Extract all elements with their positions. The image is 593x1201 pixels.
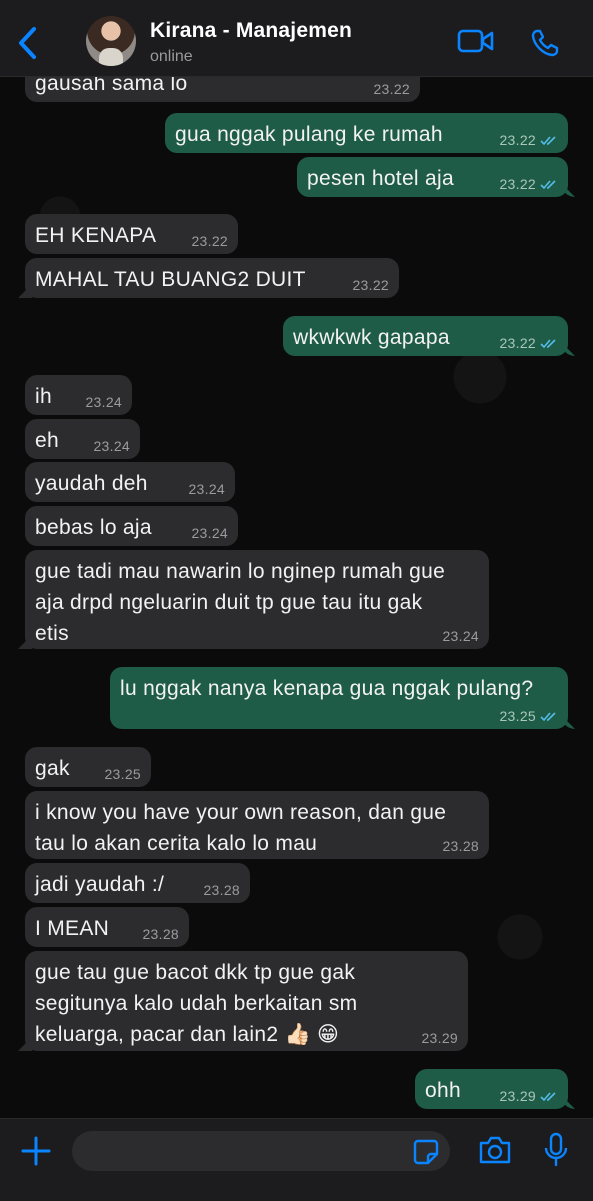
message-text: gausah sama lo [35,77,188,95]
message-time: 23.24 [191,525,228,541]
message-outgoing[interactable]: gua nggak pulang ke rumah 23.22 [165,113,568,153]
message-incoming[interactable]: gak 23.25 [25,747,151,787]
message-incoming[interactable]: MAHAL TAU BUANG2 DUIT 23.22 [25,258,399,298]
message-time: 23.24 [85,394,122,410]
contact-name[interactable]: Kirana - Manajemen [150,19,352,43]
message-incoming[interactable]: I MEAN 23.28 [25,907,189,947]
microphone-icon[interactable] [543,1132,569,1168]
message-time: 23.22 [499,132,536,148]
message-time: 23.22 [499,335,536,351]
message-input[interactable] [72,1131,450,1171]
message-incoming[interactable]: ih 23.24 [25,375,132,415]
message-text: MAHAL TAU BUANG2 DUIT [35,268,306,291]
message-time: 23.29 [499,1088,536,1104]
message-time: 23.22 [499,176,536,192]
message-input-bar [0,1118,593,1201]
message-outgoing[interactable]: lu nggak nanya kenapa gua nggak pulang? … [110,667,568,729]
message-time: 23.25 [499,708,536,724]
message-incoming[interactable]: gue tau gue bacot dkk tp gue gak segitun… [25,951,468,1051]
message-time: 23.24 [93,438,130,454]
message-time: 23.25 [104,766,141,782]
message-time: 23.22 [352,277,389,293]
plus-icon[interactable] [20,1135,52,1167]
message-text: i know you have your own reason, dan gue… [35,801,447,855]
message-outgoing[interactable]: ohh 23.29 [415,1069,568,1109]
message-incoming[interactable]: EH KENAPA 23.22 [25,214,238,254]
message-time: 23.22 [373,81,410,97]
video-call-icon[interactable] [457,27,495,55]
sticker-icon[interactable] [413,1139,439,1165]
message-incoming[interactable]: gausah sama lo 23.22 [25,77,420,102]
read-receipt-icon [540,711,556,721]
message-time: 23.22 [191,233,228,249]
read-receipt-icon [540,179,556,189]
message-time: 23.29 [421,1030,458,1046]
message-incoming[interactable]: yaudah deh 23.24 [25,462,235,502]
message-text: gue tau gue bacot dkk tp gue gak segitun… [35,961,358,1046]
message-time: 23.24 [188,481,225,497]
message-time: 23.28 [442,838,479,854]
message-incoming[interactable]: gue tadi mau nawarin lo nginep rumah gue… [25,550,489,649]
message-incoming[interactable]: i know you have your own reason, dan gue… [25,791,489,859]
back-chevron-icon[interactable] [12,24,42,62]
camera-icon[interactable] [478,1135,512,1165]
contact-status: online [150,48,193,65]
message-incoming[interactable]: eh 23.24 [25,419,140,459]
read-receipt-icon [540,338,556,348]
read-receipt-icon [540,1091,556,1101]
message-outgoing[interactable]: pesen hotel aja 23.22 [297,157,568,197]
message-list[interactable]: gausah sama lo 23.22 gua nggak pulang ke… [0,77,593,1118]
message-time: 23.24 [442,628,479,644]
message-text: gue tadi mau nawarin lo nginep rumah gue… [35,560,446,645]
phone-call-icon[interactable] [530,28,560,58]
message-text: lu nggak nanya kenapa gua nggak pulang? [120,677,534,700]
message-incoming[interactable]: bebas lo aja 23.24 [25,506,238,546]
message-incoming[interactable]: jadi yaudah :/ 23.28 [25,863,250,903]
message-time: 23.28 [203,882,240,898]
contact-avatar[interactable] [86,16,136,66]
chat-header: Kirana - Manajemen online [0,0,593,77]
read-receipt-icon [540,135,556,145]
message-outgoing[interactable]: wkwkwk gapapa 23.22 [283,316,568,356]
message-time: 23.28 [142,926,179,942]
